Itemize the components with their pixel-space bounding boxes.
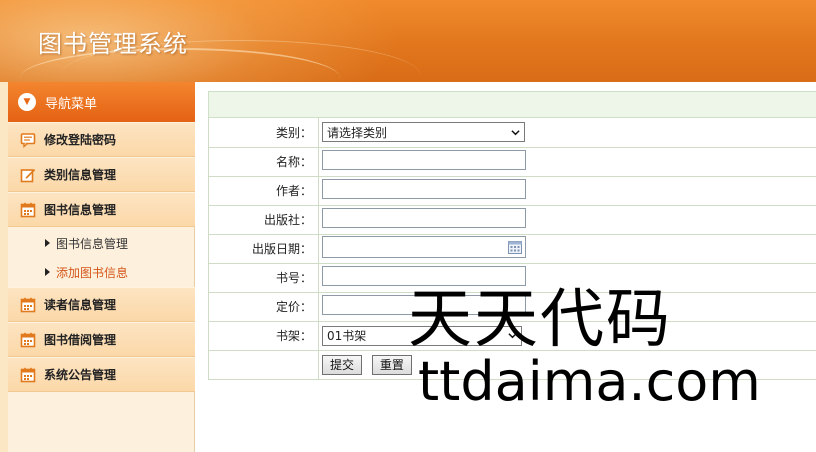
form-row: 名称： xyxy=(208,147,816,177)
sidebar-item-books[interactable]: 图书信息管理 xyxy=(8,192,195,227)
message-icon xyxy=(20,132,36,148)
sidebar-item-label: 系统公告管理 xyxy=(44,368,117,382)
sidebar-subitem-book-manage[interactable]: 图书信息管理 xyxy=(8,228,195,258)
pubdate-label: 出版日期： xyxy=(208,234,319,264)
publisher-label: 出版社： xyxy=(208,205,319,235)
reset-button[interactable]: 重置 xyxy=(371,354,412,375)
caret-right-icon xyxy=(45,268,50,276)
category-label: 类别： xyxy=(208,118,319,148)
shelf-label: 书架： xyxy=(208,321,319,351)
form-title-bar xyxy=(208,91,816,118)
pubdate-input[interactable] xyxy=(322,236,526,258)
watermark-text: 天天代码 xyxy=(408,283,672,357)
sidebar-item-label: 图书借阅管理 xyxy=(44,333,117,347)
shelf-select-value: 01书架 xyxy=(327,329,367,343)
publisher-input[interactable] xyxy=(322,208,526,228)
app-header: 图书管理系统 xyxy=(0,0,816,82)
form-row: 出版日期： xyxy=(208,234,816,264)
nav-menu-title: 导航菜单 xyxy=(45,96,98,112)
sidebar-subitem-add-book[interactable]: 添加图书信息 xyxy=(8,257,195,287)
price-label: 定价： xyxy=(208,292,319,322)
sidebar-item-label: 类别信息管理 xyxy=(44,168,117,182)
sidebar: ▼ 导航菜单 修改登陆密码 类别信息管理 图书信息管理 图书信息管理 添加图书信… xyxy=(0,82,195,452)
sidebar-item-readers[interactable]: 读者信息管理 xyxy=(8,287,195,322)
edit-icon xyxy=(20,168,36,182)
nav-menu-header[interactable]: ▼ 导航菜单 xyxy=(8,82,195,122)
sidebar-item-label: 读者信息管理 xyxy=(44,298,117,312)
category-select[interactable]: 请选择类别 xyxy=(322,122,525,143)
sidebar-item-change-password[interactable]: 修改登陆密码 xyxy=(8,122,195,157)
submit-button[interactable]: 提交 xyxy=(322,354,363,375)
app-title: 图书管理系统 xyxy=(38,30,188,58)
author-input[interactable] xyxy=(322,179,526,199)
sidebar-item-notice[interactable]: 系统公告管理 xyxy=(8,357,195,392)
caret-right-icon xyxy=(45,239,50,247)
form-row: 类别： 请选择类别 xyxy=(208,118,816,148)
calendar-icon xyxy=(20,202,36,217)
form-row: 出版社： xyxy=(208,205,816,235)
sidebar-item-label: 修改登陆密码 xyxy=(44,133,117,147)
booknum-label: 书号： xyxy=(208,263,319,293)
calendar-icon xyxy=(20,367,36,382)
form-row: 作者： xyxy=(208,176,816,206)
name-label: 名称： xyxy=(208,147,319,177)
category-select-value: 请选择类别 xyxy=(327,125,388,140)
chevron-down-icon xyxy=(511,129,520,136)
chevron-down-circle-icon: ▼ xyxy=(18,93,36,111)
calendar-icon xyxy=(20,297,36,312)
sidebar-item-label: 图书信息管理 xyxy=(44,203,117,217)
sidebar-item-category[interactable]: 类别信息管理 xyxy=(8,157,195,192)
sidebar-subitem-label: 添加图书信息 xyxy=(56,265,129,280)
sidebar-item-borrow[interactable]: 图书借阅管理 xyxy=(8,322,195,357)
sidebar-subitem-label: 图书信息管理 xyxy=(56,236,129,251)
author-label: 作者： xyxy=(208,176,319,206)
calendar-icon xyxy=(20,332,36,347)
calendar-icon[interactable] xyxy=(508,240,522,254)
name-input[interactable] xyxy=(322,150,526,170)
watermark-url: ttdaima.com xyxy=(418,350,761,413)
sidebar-edge xyxy=(0,82,8,452)
